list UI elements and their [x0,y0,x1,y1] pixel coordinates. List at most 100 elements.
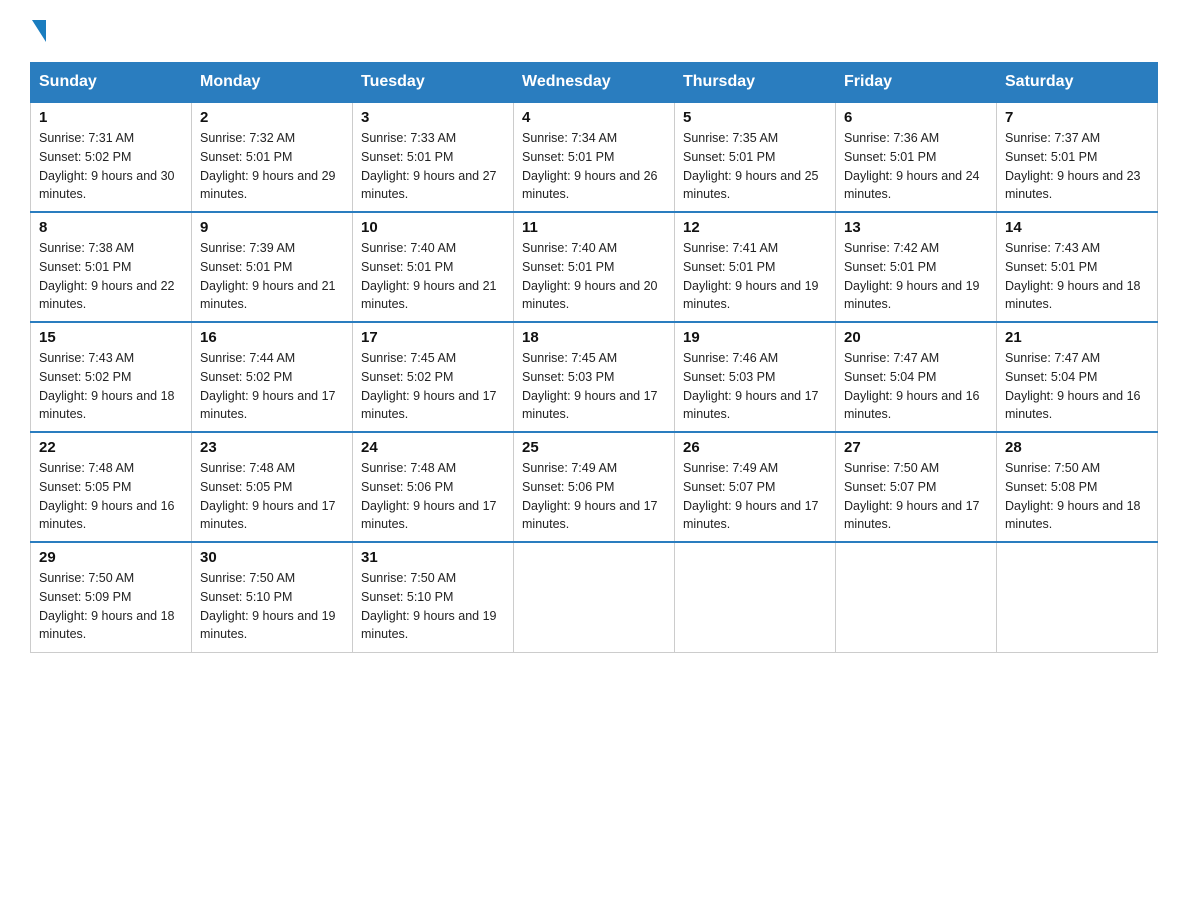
calendar-cell: 3 Sunrise: 7:33 AM Sunset: 5:01 PM Dayli… [353,102,514,212]
day-number: 30 [200,549,344,566]
weekday-header-saturday: Saturday [997,63,1158,103]
day-info: Sunrise: 7:47 AM Sunset: 5:04 PM Dayligh… [1005,349,1149,424]
day-info: Sunrise: 7:43 AM Sunset: 5:02 PM Dayligh… [39,349,183,424]
day-number: 25 [522,439,666,456]
calendar-cell: 24 Sunrise: 7:48 AM Sunset: 5:06 PM Dayl… [353,432,514,542]
day-info: Sunrise: 7:40 AM Sunset: 5:01 PM Dayligh… [361,239,505,314]
week-row-1: 1 Sunrise: 7:31 AM Sunset: 5:02 PM Dayli… [31,102,1158,212]
day-number: 28 [1005,439,1149,456]
calendar-cell: 23 Sunrise: 7:48 AM Sunset: 5:05 PM Dayl… [192,432,353,542]
calendar-cell: 21 Sunrise: 7:47 AM Sunset: 5:04 PM Dayl… [997,322,1158,432]
day-number: 21 [1005,329,1149,346]
day-number: 4 [522,109,666,126]
day-info: Sunrise: 7:34 AM Sunset: 5:01 PM Dayligh… [522,129,666,204]
day-info: Sunrise: 7:39 AM Sunset: 5:01 PM Dayligh… [200,239,344,314]
day-info: Sunrise: 7:48 AM Sunset: 5:05 PM Dayligh… [200,459,344,534]
day-info: Sunrise: 7:48 AM Sunset: 5:05 PM Dayligh… [39,459,183,534]
day-info: Sunrise: 7:43 AM Sunset: 5:01 PM Dayligh… [1005,239,1149,314]
weekday-header-sunday: Sunday [31,63,192,103]
weekday-header-thursday: Thursday [675,63,836,103]
day-info: Sunrise: 7:41 AM Sunset: 5:01 PM Dayligh… [683,239,827,314]
day-number: 12 [683,219,827,236]
week-row-5: 29 Sunrise: 7:50 AM Sunset: 5:09 PM Dayl… [31,542,1158,652]
day-info: Sunrise: 7:50 AM Sunset: 5:07 PM Dayligh… [844,459,988,534]
day-info: Sunrise: 7:47 AM Sunset: 5:04 PM Dayligh… [844,349,988,424]
calendar-cell: 7 Sunrise: 7:37 AM Sunset: 5:01 PM Dayli… [997,102,1158,212]
day-info: Sunrise: 7:31 AM Sunset: 5:02 PM Dayligh… [39,129,183,204]
day-info: Sunrise: 7:49 AM Sunset: 5:06 PM Dayligh… [522,459,666,534]
day-number: 19 [683,329,827,346]
calendar-cell: 16 Sunrise: 7:44 AM Sunset: 5:02 PM Dayl… [192,322,353,432]
day-number: 27 [844,439,988,456]
day-number: 7 [1005,109,1149,126]
day-info: Sunrise: 7:48 AM Sunset: 5:06 PM Dayligh… [361,459,505,534]
logo [30,20,48,42]
weekday-header-friday: Friday [836,63,997,103]
day-number: 15 [39,329,183,346]
week-row-2: 8 Sunrise: 7:38 AM Sunset: 5:01 PM Dayli… [31,212,1158,322]
calendar-cell: 27 Sunrise: 7:50 AM Sunset: 5:07 PM Dayl… [836,432,997,542]
weekday-header-monday: Monday [192,63,353,103]
day-info: Sunrise: 7:50 AM Sunset: 5:09 PM Dayligh… [39,569,183,644]
calendar-cell: 29 Sunrise: 7:50 AM Sunset: 5:09 PM Dayl… [31,542,192,652]
calendar-cell: 9 Sunrise: 7:39 AM Sunset: 5:01 PM Dayli… [192,212,353,322]
calendar-table: SundayMondayTuesdayWednesdayThursdayFrid… [30,62,1158,653]
week-row-3: 15 Sunrise: 7:43 AM Sunset: 5:02 PM Dayl… [31,322,1158,432]
day-number: 24 [361,439,505,456]
weekday-header-tuesday: Tuesday [353,63,514,103]
day-number: 18 [522,329,666,346]
day-info: Sunrise: 7:40 AM Sunset: 5:01 PM Dayligh… [522,239,666,314]
day-number: 14 [1005,219,1149,236]
calendar-cell: 30 Sunrise: 7:50 AM Sunset: 5:10 PM Dayl… [192,542,353,652]
calendar-cell: 25 Sunrise: 7:49 AM Sunset: 5:06 PM Dayl… [514,432,675,542]
day-number: 26 [683,439,827,456]
calendar-cell: 10 Sunrise: 7:40 AM Sunset: 5:01 PM Dayl… [353,212,514,322]
day-number: 31 [361,549,505,566]
calendar-cell [836,542,997,652]
calendar-cell: 12 Sunrise: 7:41 AM Sunset: 5:01 PM Dayl… [675,212,836,322]
day-number: 13 [844,219,988,236]
day-number: 10 [361,219,505,236]
day-info: Sunrise: 7:46 AM Sunset: 5:03 PM Dayligh… [683,349,827,424]
day-info: Sunrise: 7:50 AM Sunset: 5:10 PM Dayligh… [361,569,505,644]
day-info: Sunrise: 7:49 AM Sunset: 5:07 PM Dayligh… [683,459,827,534]
calendar-cell: 26 Sunrise: 7:49 AM Sunset: 5:07 PM Dayl… [675,432,836,542]
day-number: 2 [200,109,344,126]
day-info: Sunrise: 7:44 AM Sunset: 5:02 PM Dayligh… [200,349,344,424]
weekday-header-row: SundayMondayTuesdayWednesdayThursdayFrid… [31,63,1158,103]
calendar-cell: 18 Sunrise: 7:45 AM Sunset: 5:03 PM Dayl… [514,322,675,432]
day-number: 9 [200,219,344,236]
calendar-cell [675,542,836,652]
day-number: 20 [844,329,988,346]
day-number: 3 [361,109,505,126]
week-row-4: 22 Sunrise: 7:48 AM Sunset: 5:05 PM Dayl… [31,432,1158,542]
day-number: 23 [200,439,344,456]
day-number: 5 [683,109,827,126]
calendar-cell: 17 Sunrise: 7:45 AM Sunset: 5:02 PM Dayl… [353,322,514,432]
day-number: 22 [39,439,183,456]
calendar-cell: 13 Sunrise: 7:42 AM Sunset: 5:01 PM Dayl… [836,212,997,322]
calendar-cell [997,542,1158,652]
calendar-cell: 19 Sunrise: 7:46 AM Sunset: 5:03 PM Dayl… [675,322,836,432]
calendar-cell: 6 Sunrise: 7:36 AM Sunset: 5:01 PM Dayli… [836,102,997,212]
day-info: Sunrise: 7:37 AM Sunset: 5:01 PM Dayligh… [1005,129,1149,204]
calendar-cell: 15 Sunrise: 7:43 AM Sunset: 5:02 PM Dayl… [31,322,192,432]
calendar-cell: 5 Sunrise: 7:35 AM Sunset: 5:01 PM Dayli… [675,102,836,212]
calendar-cell: 2 Sunrise: 7:32 AM Sunset: 5:01 PM Dayli… [192,102,353,212]
day-info: Sunrise: 7:45 AM Sunset: 5:03 PM Dayligh… [522,349,666,424]
calendar-cell [514,542,675,652]
day-number: 6 [844,109,988,126]
day-number: 16 [200,329,344,346]
calendar-cell: 20 Sunrise: 7:47 AM Sunset: 5:04 PM Dayl… [836,322,997,432]
calendar-cell: 31 Sunrise: 7:50 AM Sunset: 5:10 PM Dayl… [353,542,514,652]
calendar-cell: 14 Sunrise: 7:43 AM Sunset: 5:01 PM Dayl… [997,212,1158,322]
page-header [30,20,1158,42]
logo-triangle-icon [32,20,46,42]
day-number: 1 [39,109,183,126]
calendar-cell: 11 Sunrise: 7:40 AM Sunset: 5:01 PM Dayl… [514,212,675,322]
day-info: Sunrise: 7:38 AM Sunset: 5:01 PM Dayligh… [39,239,183,314]
day-info: Sunrise: 7:35 AM Sunset: 5:01 PM Dayligh… [683,129,827,204]
day-info: Sunrise: 7:33 AM Sunset: 5:01 PM Dayligh… [361,129,505,204]
calendar-cell: 22 Sunrise: 7:48 AM Sunset: 5:05 PM Dayl… [31,432,192,542]
calendar-cell: 8 Sunrise: 7:38 AM Sunset: 5:01 PM Dayli… [31,212,192,322]
